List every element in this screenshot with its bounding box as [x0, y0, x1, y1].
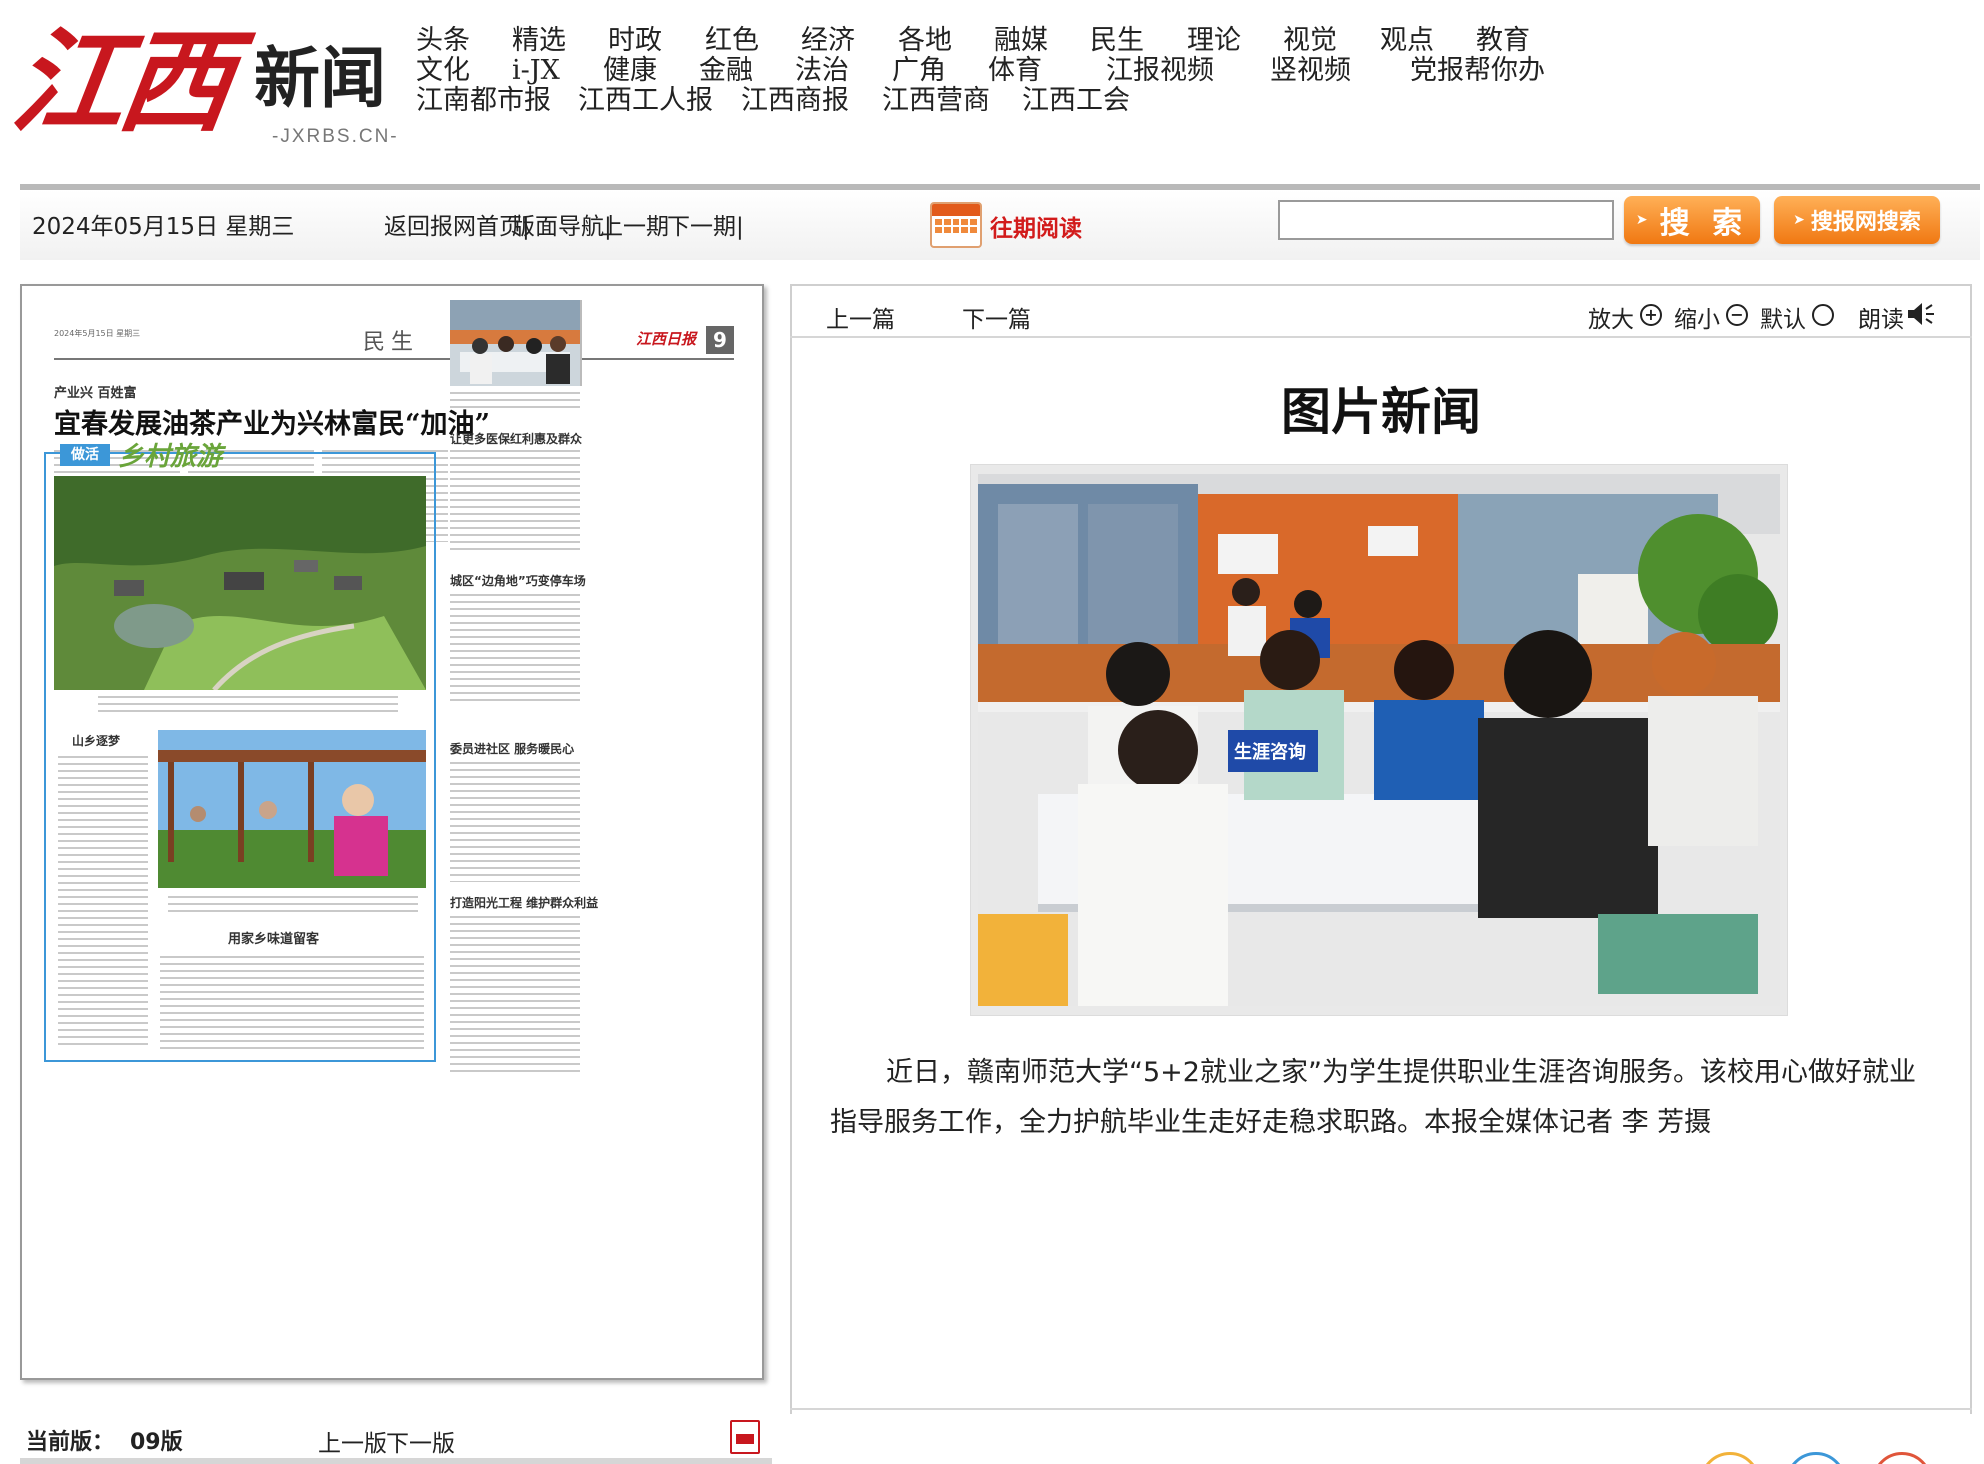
share-icon[interactable]	[1872, 1452, 1932, 1464]
zoom-out-label[interactable]: 缩小	[1674, 300, 1720, 334]
current-date: 2024年05月15日 星期三	[32, 214, 295, 240]
calendar-icon[interactable]	[930, 202, 982, 248]
paper-text-block[interactable]	[450, 594, 580, 704]
share-icon[interactable]	[1700, 1452, 1760, 1464]
prev-issue-link[interactable]: 上一期	[600, 212, 669, 242]
nav-link[interactable]: 江西工会	[1022, 84, 1130, 118]
paper-feature-title: 乡村旅游	[118, 442, 223, 472]
current-page-value: 09版	[130, 1430, 183, 1455]
paper-caption-text[interactable]	[450, 392, 580, 408]
nav-link[interactable]: 视觉	[1283, 24, 1337, 58]
share-icon[interactable]	[1786, 1452, 1846, 1464]
paper-feature-badge: 做活	[60, 444, 110, 466]
paper-subhead[interactable]: 让更多医保红利惠及群众	[450, 430, 582, 447]
paper-text-block[interactable]	[450, 916, 580, 1076]
nav-link[interactable]: 健康	[603, 54, 657, 88]
photo-sign-text: 生涯咨询	[1234, 741, 1306, 763]
layout-nav-link[interactable]: 版面导航|	[512, 212, 612, 242]
nav-link[interactable]: 教育	[1476, 24, 1530, 58]
paper-subhead[interactable]: 山乡逐梦	[72, 732, 120, 749]
paper-text-block[interactable]	[160, 956, 424, 1052]
nav-link[interactable]: 经济	[801, 24, 855, 58]
nav-link[interactable]: 体育	[988, 54, 1042, 88]
arrow-icon: ➤	[1793, 212, 1805, 228]
paper-subhead[interactable]: 用家乡味道留客	[228, 928, 319, 947]
article-footer-divider	[790, 1408, 1972, 1410]
home-link[interactable]: 返回报网首页|	[384, 212, 530, 242]
news-photo[interactable]: 生涯咨询	[978, 474, 1780, 1006]
logo-mark: 江西	[4, 17, 236, 148]
paper-photo-train[interactable]	[158, 730, 426, 888]
nav-link[interactable]: 金融	[699, 54, 753, 88]
nav-link[interactable]: 江西工人报	[578, 84, 713, 118]
zoom-in-label[interactable]: 放大	[1588, 300, 1634, 334]
nav-link[interactable]: 竖视频	[1270, 54, 1351, 88]
search-input[interactable]	[1278, 200, 1614, 240]
paper-masthead: 江西日报	[636, 330, 697, 348]
next-article-link[interactable]: 下一篇	[962, 300, 1031, 334]
next-page-link[interactable]: 下一版	[386, 1424, 455, 1458]
nav-link[interactable]: 党报帮你办	[1410, 54, 1545, 88]
newspaper-page[interactable]: 2024年5月15日 星期三 民生 江西日报 9 产业兴 百姓富 宜春发展油茶产…	[28, 300, 740, 1360]
prev-article-link[interactable]: 上一篇	[826, 300, 895, 334]
search-button[interactable]: ➤ 搜 索	[1624, 196, 1760, 244]
paper-rule	[54, 358, 734, 360]
default-size-label[interactable]: 默认	[1760, 300, 1806, 334]
zoom-out-icon[interactable]: −	[1726, 304, 1748, 326]
nav-link[interactable]: 江南都市报	[416, 84, 551, 118]
site-logo[interactable]: 江西 新闻 -JXRBS.CN-	[5, 8, 414, 158]
nav-link[interactable]: 江西营商	[882, 84, 990, 118]
paper-section: 民生	[363, 330, 420, 355]
paper-text-block[interactable]	[58, 756, 148, 1046]
paper-caption-text[interactable]	[168, 896, 418, 914]
nav-link[interactable]: 文化	[416, 54, 470, 88]
nav-link[interactable]: 各地	[898, 24, 952, 58]
prev-page-link[interactable]: 上一版	[318, 1424, 387, 1458]
article-title: 图片新闻	[1281, 383, 1481, 441]
archive-reading-link[interactable]: 往期阅读	[990, 214, 1082, 244]
speaker-icon[interactable]	[1906, 300, 1936, 328]
nav-link[interactable]: i-JX	[512, 54, 560, 88]
paper-kicker: 产业兴 百姓富	[54, 386, 137, 401]
nav-link[interactable]: 观点	[1380, 24, 1434, 58]
nav-link[interactable]: 理论	[1187, 24, 1241, 58]
next-issue-link[interactable]: 下一期|	[667, 212, 744, 242]
arrow-icon: ➤	[1635, 212, 1654, 228]
nav-link[interactable]: 头条	[416, 24, 470, 58]
nav-link[interactable]: 民生	[1090, 24, 1144, 58]
paper-page-number: 9	[706, 326, 734, 354]
paper-date: 2024年5月15日 星期三	[54, 329, 141, 338]
logo-name: 新闻	[254, 39, 386, 117]
site-search-button[interactable]: ➤ 搜报网搜索	[1774, 196, 1940, 244]
paper-subhead[interactable]: 委员进社区 服务暖民心	[450, 740, 574, 757]
paper-subhead[interactable]: 打造阳光工程 维护群众利益	[450, 894, 598, 911]
nav-link[interactable]: 江西商报	[741, 84, 849, 118]
logo-domain: -JXRBS.CN-	[272, 126, 399, 147]
paper-photo-aerial[interactable]	[54, 476, 426, 690]
read-aloud-label[interactable]: 朗读	[1858, 300, 1904, 334]
nav-link[interactable]: 江报视频	[1106, 54, 1214, 88]
paper-text-block[interactable]	[450, 762, 580, 882]
current-page-label: 当前版：	[26, 1430, 115, 1455]
paper-subhead[interactable]: 城区“边角地”巧变停车场	[450, 572, 586, 589]
nav-link[interactable]: 融媒	[994, 24, 1048, 58]
search-button-label: 搜 索	[1659, 206, 1749, 241]
nav-link[interactable]: 精选	[512, 24, 566, 58]
default-size-icon[interactable]	[1812, 304, 1834, 326]
nav-link[interactable]: 时政	[608, 24, 662, 58]
nav-link[interactable]: 红色	[705, 24, 759, 58]
bottom-divider	[20, 1458, 772, 1464]
site-search-button-label: 搜报网搜索	[1810, 210, 1921, 235]
paper-photo-consultation[interactable]	[450, 300, 580, 386]
nav-link[interactable]: 广角	[892, 54, 946, 88]
paper-text-block[interactable]	[450, 450, 580, 550]
paper-caption-text[interactable]	[98, 696, 398, 716]
nav-link[interactable]: 法治	[795, 54, 849, 88]
pdf-icon[interactable]	[730, 1420, 760, 1454]
photo-caption: 近日，赣南师范大学“5+2就业之家”为学生提供职业生涯咨询服务。该校用心做好就业…	[830, 1057, 1916, 1138]
zoom-in-icon[interactable]: +	[1640, 304, 1662, 326]
